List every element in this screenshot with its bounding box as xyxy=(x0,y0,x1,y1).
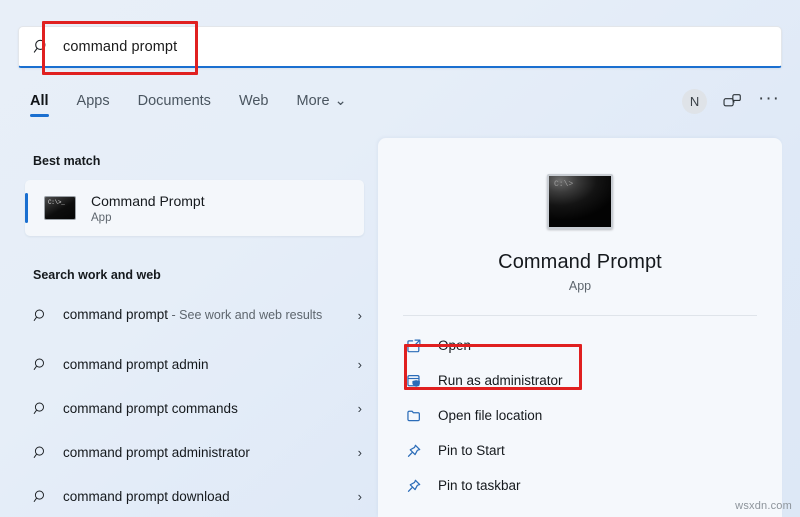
tab-documents[interactable]: Documents xyxy=(124,90,225,119)
watermark: wsxdn.com xyxy=(735,500,792,512)
list-item[interactable]: command prompt admin › xyxy=(0,342,378,386)
run-as-administrator-action[interactable]: Run as administrator xyxy=(378,363,782,398)
filter-tabs: All Apps Documents Web More ⌄ xyxy=(26,90,361,119)
header-actions: N ··· xyxy=(682,89,780,114)
feedback-icon[interactable] xyxy=(723,93,742,111)
suggestion-list: command prompt - See work and web result… xyxy=(0,288,378,517)
tab-web-label: Web xyxy=(238,93,269,109)
page-title: Command Prompt xyxy=(498,251,662,273)
command-prompt-icon: C:\> xyxy=(547,174,613,229)
search-icon xyxy=(33,401,55,416)
chevron-right-icon[interactable]: › xyxy=(346,357,364,372)
command-prompt-icon: C:\>_ xyxy=(44,196,76,220)
pin-icon xyxy=(406,443,432,459)
pin-to-start-action[interactable]: Pin to Start xyxy=(378,433,782,468)
avatar-initial: N xyxy=(689,94,700,109)
results-column: Best match C:\>_ Command Prompt App Sear… xyxy=(0,132,378,517)
search-box[interactable]: command prompt xyxy=(18,26,782,68)
pin-to-start-label: Pin to Start xyxy=(438,443,505,458)
folder-icon xyxy=(406,408,432,424)
best-match-subtitle: App xyxy=(91,211,112,224)
tab-documents-label: Documents xyxy=(137,93,211,109)
pin-to-taskbar-action[interactable]: Pin to taskbar xyxy=(378,468,782,503)
more-options-icon[interactable]: ··· xyxy=(758,89,780,110)
list-item-label: command prompt administrator xyxy=(63,444,250,460)
list-item-label: command prompt commands xyxy=(63,400,238,416)
shield-window-icon xyxy=(406,373,432,389)
action-list: Open Run as administrator Open file loca… xyxy=(378,328,782,503)
search-input[interactable]: command prompt xyxy=(63,39,177,55)
suggestion-query: command prompt xyxy=(63,307,169,322)
best-match-item[interactable]: C:\>_ Command Prompt App xyxy=(25,180,364,236)
best-match-text: Command Prompt App xyxy=(91,193,205,224)
divider xyxy=(403,315,757,316)
list-item-label: command prompt admin xyxy=(63,356,209,372)
suggestion-suffix: - See work and web results xyxy=(168,308,323,322)
chevron-right-icon[interactable]: › xyxy=(346,401,364,416)
preview-panel: C:\> Command Prompt App Open Run as admi… xyxy=(378,138,782,517)
search-icon xyxy=(33,489,55,504)
open-file-location-action[interactable]: Open file location xyxy=(378,398,782,433)
run-as-administrator-label: Run as administrator xyxy=(438,373,563,388)
search-web-heading: Search work and web xyxy=(33,268,161,282)
command-prompt-icon-text: C:\>_ xyxy=(48,199,65,206)
search-icon xyxy=(33,357,55,372)
avatar[interactable]: N xyxy=(682,89,708,114)
search-icon xyxy=(19,38,63,55)
list-item-label: command prompt download xyxy=(63,488,230,504)
list-item[interactable]: command prompt commands › xyxy=(0,386,378,430)
search-icon xyxy=(33,308,55,323)
best-match-title: Command Prompt xyxy=(91,192,205,209)
tab-web[interactable]: Web xyxy=(225,90,283,119)
list-item[interactable]: command prompt - See work and web result… xyxy=(0,288,378,342)
app-type-label: App xyxy=(568,279,592,293)
preview-header: C:\> Command Prompt App xyxy=(378,138,782,293)
tab-all[interactable]: All xyxy=(26,90,63,119)
tab-apps[interactable]: Apps xyxy=(63,90,124,119)
tab-more-label: More xyxy=(296,93,330,109)
command-prompt-icon-text: C:\> xyxy=(554,180,574,189)
pin-icon xyxy=(406,478,432,494)
list-item[interactable]: command prompt administrator › xyxy=(0,430,378,474)
chevron-right-icon[interactable]: › xyxy=(346,308,364,323)
open-external-icon xyxy=(406,338,432,354)
list-item-label: command prompt - See work and web result… xyxy=(55,305,346,325)
tab-apps-label: Apps xyxy=(76,93,110,109)
best-match-heading: Best match xyxy=(33,154,101,168)
list-item[interactable]: command prompt download › xyxy=(0,474,378,517)
search-icon xyxy=(33,445,55,460)
chevron-right-icon[interactable]: › xyxy=(346,489,364,504)
tab-all-label: All xyxy=(30,93,49,109)
open-action[interactable]: Open xyxy=(378,328,782,363)
pin-to-taskbar-label: Pin to taskbar xyxy=(438,478,521,493)
search-bar-container: command prompt xyxy=(18,26,782,68)
tab-more[interactable]: More ⌄ xyxy=(283,90,361,119)
chevron-right-icon[interactable]: › xyxy=(346,445,364,460)
chevron-down-icon: ⌄ xyxy=(334,93,347,109)
open-action-label: Open xyxy=(438,338,472,353)
open-file-location-label: Open file location xyxy=(438,408,543,423)
